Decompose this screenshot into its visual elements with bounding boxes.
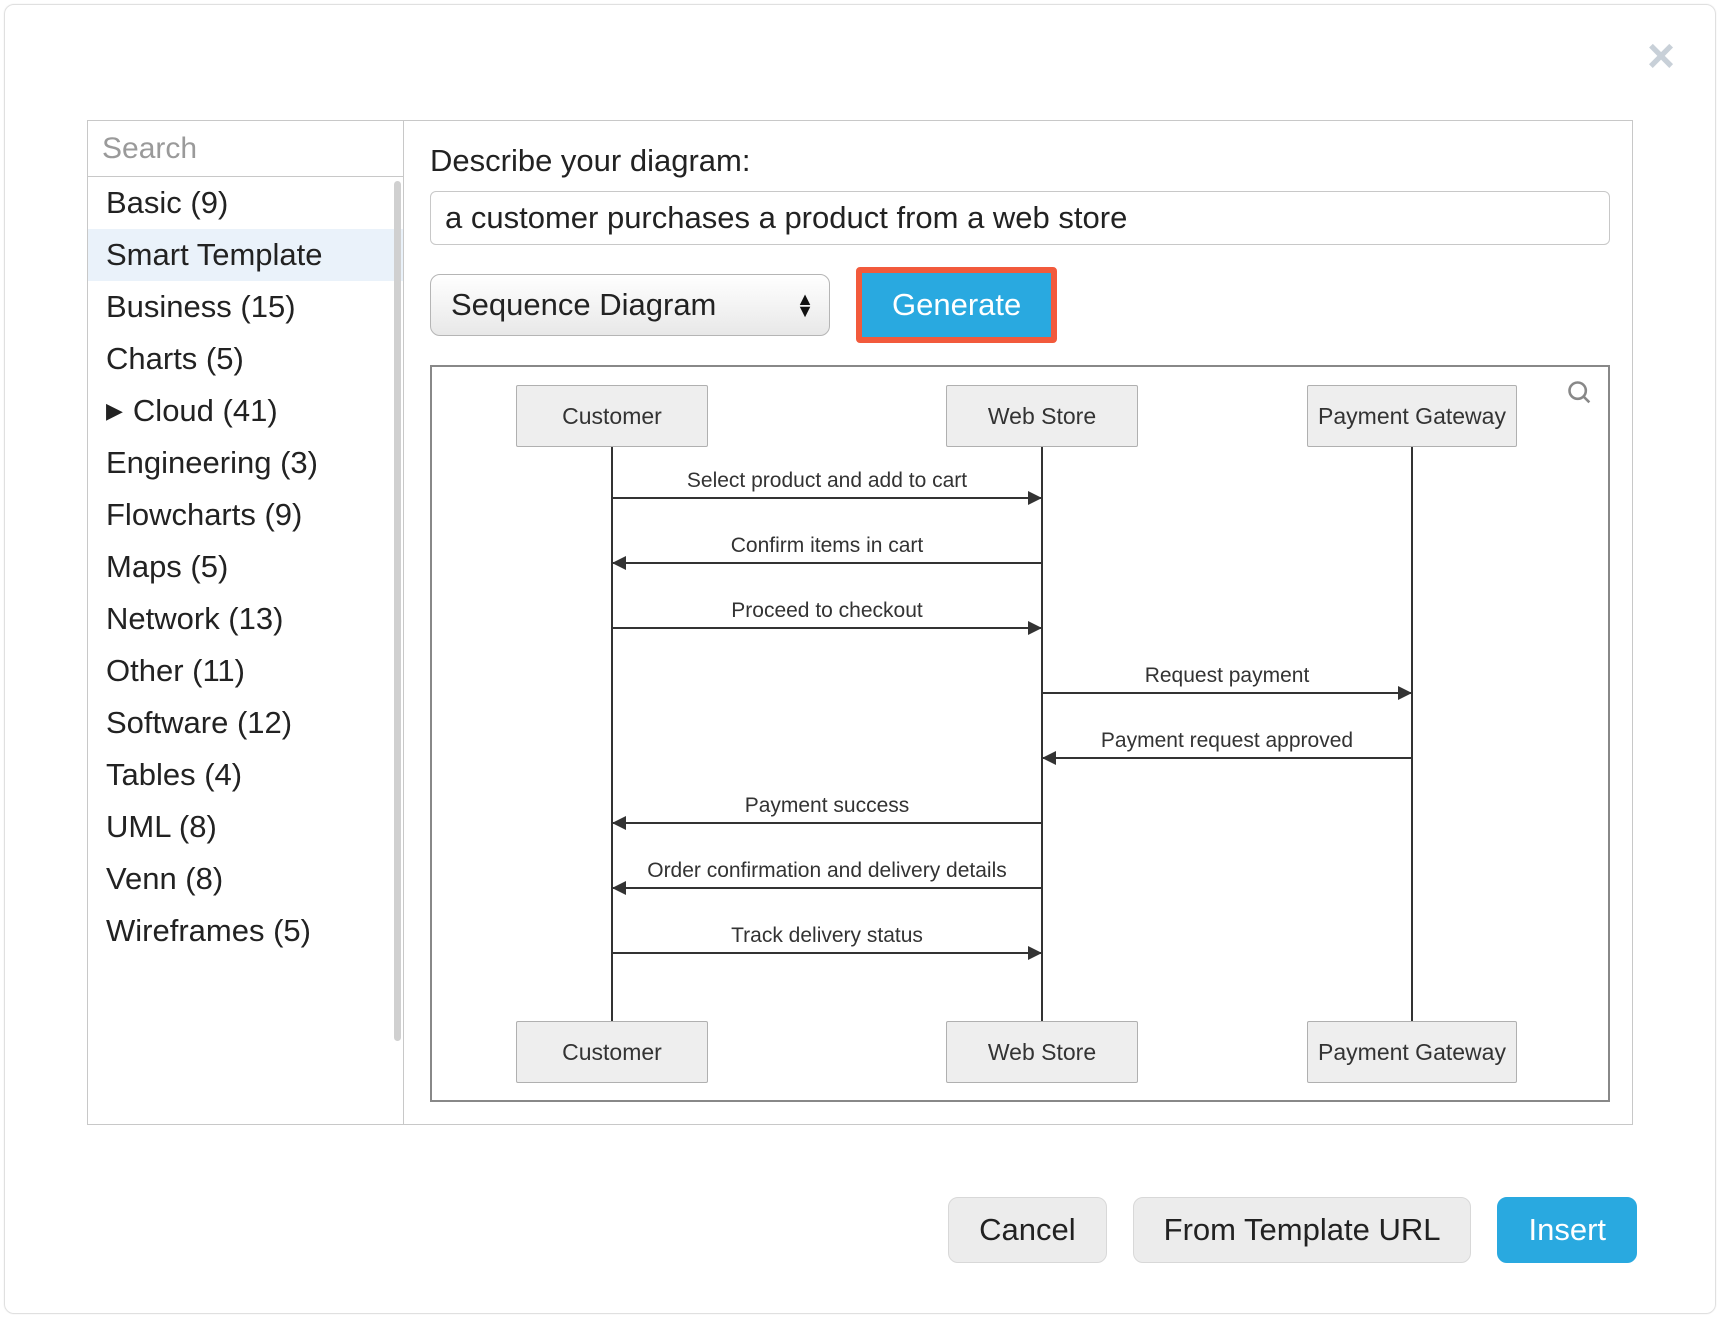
message-arrow [612,952,1042,954]
sidebar-item[interactable]: Engineering (3) [88,437,403,489]
message-label: Payment success [612,794,1042,818]
dialog-footer: Cancel From Template URL Insert [948,1197,1637,1263]
lifeline-box: Web Store [946,385,1138,447]
sidebar-item[interactable]: Smart Template [88,229,403,281]
describe-label: Describe your diagram: [430,143,1610,179]
lifeline-box: Customer [516,385,708,447]
sidebar-item[interactable]: Maps (5) [88,541,403,593]
sidebar-item[interactable]: Network (13) [88,593,403,645]
describe-input[interactable] [430,191,1610,245]
search-row [88,121,403,177]
message-label: Request payment [1042,664,1412,688]
insert-button[interactable]: Insert [1497,1197,1637,1263]
message-label: Select product and add to cart [612,469,1042,493]
message-label: Order confirmation and delivery details [612,859,1042,883]
sidebar-item-label: Charts (5) [106,341,244,377]
sidebar-item[interactable]: Tables (4) [88,749,403,801]
message-label: Confirm items in cart [612,534,1042,558]
sidebar-item-label: Smart Template [106,237,323,273]
sidebar-item-label: Software (12) [106,705,292,741]
sidebar-item[interactable]: Basic (9) [88,177,403,229]
sidebar: Basic (9) Smart Template Business (15) Char… [88,121,404,1124]
sidebar-item[interactable]: Charts (5) [88,333,403,385]
sidebar-item-label: Flowcharts (9) [106,497,302,533]
message-arrow [1042,757,1412,759]
content-area: Basic (9) Smart Template Business (15) Char… [87,120,1633,1125]
arrow-head-icon [1028,946,1042,960]
message-label: Track delivery status [612,924,1042,948]
sidebar-item-label: Venn (8) [106,861,223,897]
from-template-url-button[interactable]: From Template URL [1133,1197,1472,1263]
message-arrow [1042,692,1412,694]
diagram-preview: Customer Customer Web Store Web Store Paymen… [430,365,1610,1102]
sidebar-item-label: Network (13) [106,601,283,637]
arrow-head-icon [1042,751,1056,765]
message-arrow [612,887,1042,889]
sidebar-item[interactable]: Other (11) [88,645,403,697]
sidebar-item[interactable]: UML (8) [88,801,403,853]
generate-button[interactable]: Generate [862,273,1051,337]
diagram-type-value: Sequence Diagram [451,287,716,323]
main-panel: Describe your diagram: Sequence Diagram … [404,121,1632,1124]
sidebar-item-label: Wireframes (5) [106,913,311,949]
sidebar-item-label: UML (8) [106,809,217,845]
message-label: Payment request approved [1042,729,1412,753]
sidebar-scrollbar[interactable] [394,181,404,1101]
category-list: Basic (9) Smart Template Business (15) Char… [88,177,403,1124]
message-arrow [612,822,1042,824]
dialog-frame: × Basic (9) Smart Template Business (15) Ch… [4,4,1716,1314]
sidebar-item-label: Tables (4) [106,757,242,793]
lifeline-box: Payment Gateway [1307,385,1517,447]
arrow-head-icon [1028,621,1042,635]
sidebar-item[interactable]: Flowcharts (9) [88,489,403,541]
message-arrow [612,497,1042,499]
close-icon[interactable]: × [1647,33,1675,81]
arrow-head-icon [1398,686,1412,700]
controls-row: Sequence Diagram ▲▼ Generate [430,267,1610,343]
chevron-right-icon: ▶ [106,400,123,422]
sidebar-item[interactable]: Software (12) [88,697,403,749]
sidebar-item-label: Maps (5) [106,549,228,585]
message-label: Proceed to checkout [612,599,1042,623]
arrow-head-icon [612,556,626,570]
lifeline-box: Web Store [946,1021,1138,1083]
arrow-head-icon [612,816,626,830]
sidebar-item-label: Engineering (3) [106,445,318,481]
lifeline-box: Payment Gateway [1307,1021,1517,1083]
sidebar-scrollbar-thumb[interactable] [394,181,401,1041]
message-arrow [612,562,1042,564]
sidebar-item[interactable]: ▶ Cloud (41) [88,385,403,437]
cancel-button[interactable]: Cancel [948,1197,1107,1263]
sidebar-item[interactable]: Wireframes (5) [88,905,403,957]
search-input[interactable] [100,131,404,167]
arrow-head-icon [1028,491,1042,505]
sidebar-item-label: Business (15) [106,289,296,325]
message-arrow [612,627,1042,629]
diagram-type-select[interactable]: Sequence Diagram ▲▼ [430,274,830,336]
arrow-head-icon [612,881,626,895]
sidebar-item-label: Other (11) [106,653,245,689]
sidebar-item-label: Cloud (41) [133,393,278,429]
sidebar-item-label: Basic (9) [106,185,228,221]
sidebar-item[interactable]: Venn (8) [88,853,403,905]
sequence-diagram: Customer Customer Web Store Web Store Paymen… [432,367,1608,1100]
generate-highlight: Generate [856,267,1057,343]
sidebar-item[interactable]: Business (15) [88,281,403,333]
select-arrows-icon: ▲▼ [796,293,813,317]
lifeline-box: Customer [516,1021,708,1083]
